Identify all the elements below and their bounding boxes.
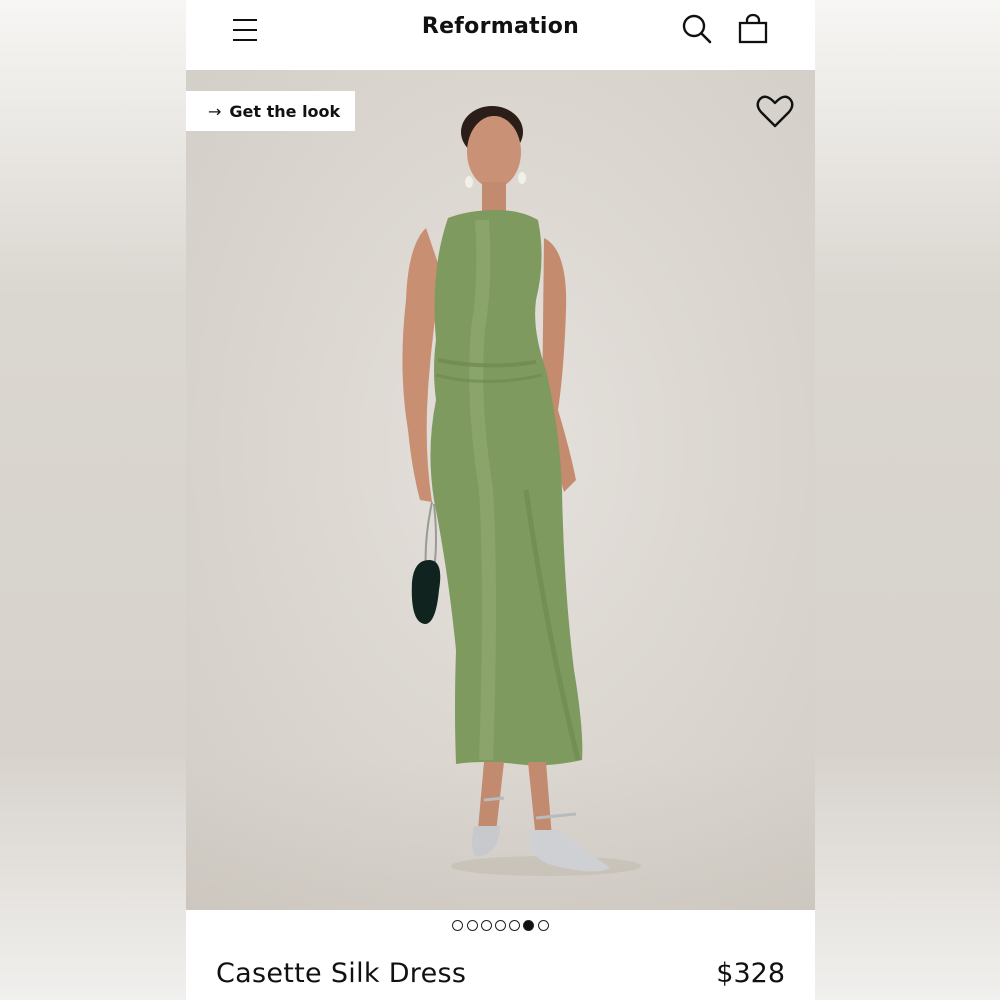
pagination-dot[interactable] [480, 920, 492, 931]
product-screen: Reformation → Get the look Casette Silk … [186, 0, 815, 1000]
model-wearing-dress [402, 106, 641, 876]
product-name: Casette Silk Dress [216, 958, 467, 989]
brand-logo[interactable]: Reformation [186, 14, 815, 39]
product-image[interactable]: → Get the look [186, 70, 815, 910]
pagination-dot[interactable] [509, 920, 521, 931]
hamburger-menu-line [233, 29, 257, 31]
arrow-right-icon: → [208, 101, 222, 121]
background-left [0, 0, 186, 1000]
product-price: $328 [716, 958, 785, 989]
heart-icon [756, 95, 794, 128]
wishlist-button[interactable] [755, 94, 795, 130]
shopping-bag-icon [738, 13, 768, 44]
background-right [815, 0, 1000, 1000]
top-header: Reformation [186, 0, 815, 70]
hamburger-menu-icon [233, 19, 257, 21]
image-pagination [186, 920, 815, 934]
pagination-dot-active[interactable] [523, 920, 535, 931]
pagination-dot[interactable] [466, 920, 478, 931]
pagination-dot[interactable] [537, 920, 549, 931]
menu-button[interactable] [230, 16, 260, 44]
search-button[interactable] [680, 12, 714, 46]
get-the-look-label: Get the look [229, 101, 341, 121]
cart-button[interactable] [736, 12, 770, 46]
pagination-dot[interactable] [452, 920, 464, 931]
pagination-dot[interactable] [495, 920, 506, 931]
get-the-look-button[interactable]: → Get the look [186, 91, 355, 131]
hamburger-menu-line [233, 39, 257, 41]
search-icon [682, 14, 712, 44]
